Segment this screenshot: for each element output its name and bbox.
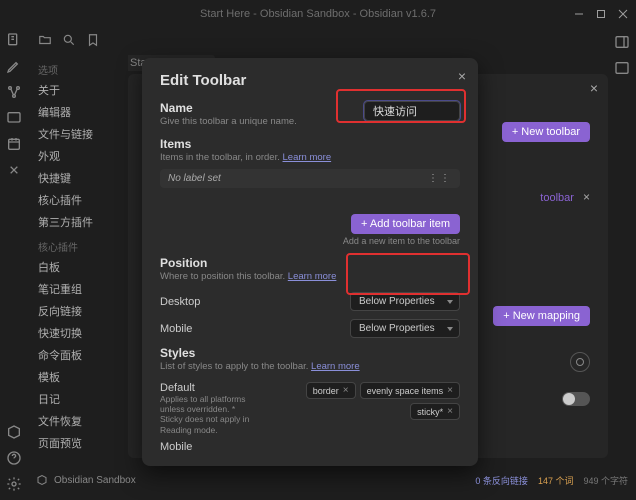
modal-close-icon[interactable]: × — [458, 68, 466, 84]
settings-item-quick-switcher[interactable]: 快速切换 — [28, 322, 128, 344]
styles-learn-more-link[interactable]: Learn more — [311, 361, 360, 372]
settings-item-canvas[interactable]: 白板 — [28, 256, 128, 278]
position-desc: Where to position this toolbar. — [160, 271, 288, 282]
settings-item-community-plugins[interactable]: 第三方插件 — [28, 211, 128, 233]
modal-title: Edit Toolbar — [160, 72, 460, 89]
daily-note-icon[interactable] — [6, 136, 22, 152]
toolbar-item-row[interactable]: No label set ⋮⋮ — [160, 169, 460, 188]
files-icon[interactable] — [6, 32, 22, 48]
folder-icon[interactable] — [38, 33, 52, 47]
toolbar-list-item[interactable]: toolbar × — [540, 190, 590, 204]
name-label: Name — [160, 101, 297, 115]
minimize-icon[interactable] — [574, 9, 584, 19]
chip-remove-icon[interactable]: × — [447, 385, 453, 396]
items-learn-more-link[interactable]: Learn more — [283, 152, 332, 163]
settings-heading-core: 核心插件 — [28, 233, 128, 256]
vault-switcher-icon[interactable] — [36, 474, 48, 486]
name-input[interactable] — [364, 101, 460, 121]
file-explorer-header — [28, 28, 636, 52]
char-count[interactable]: 949 个字符 — [583, 474, 628, 487]
style-chip-border[interactable]: border× — [306, 382, 356, 399]
maximize-icon[interactable] — [596, 9, 606, 19]
search-icon[interactable] — [62, 33, 76, 47]
expand-icon[interactable] — [614, 60, 630, 76]
settings-sidebar: 选项 关于 编辑器 文件与链接 外观 快捷键 核心插件 第三方插件 核心插件 白… — [28, 52, 128, 458]
chip-remove-icon[interactable]: × — [447, 406, 453, 417]
bookmark-icon[interactable] — [86, 33, 100, 47]
items-label: Items — [160, 137, 460, 151]
canvas-icon[interactable] — [6, 110, 22, 126]
close-icon[interactable] — [618, 9, 628, 19]
add-toolbar-item-button[interactable]: + Add toolbar item — [351, 214, 460, 234]
position-desktop-dropdown[interactable]: Below Properties — [350, 292, 460, 311]
graph-icon[interactable] — [6, 84, 22, 100]
window-title: Start Here - Obsidian Sandbox - Obsidian… — [200, 8, 436, 20]
word-count[interactable]: 147 个词 — [538, 474, 574, 487]
settings-item-file-recovery[interactable]: 文件恢复 — [28, 410, 128, 432]
sidebar-toggle-icon[interactable] — [614, 34, 630, 50]
vault-icon[interactable] — [6, 424, 22, 440]
toggle-switch[interactable] — [562, 392, 590, 406]
settings-item-appearance[interactable]: 外观 — [28, 145, 128, 167]
command-icon[interactable] — [6, 162, 22, 178]
items-desc: Items in the toolbar, in order. — [160, 152, 283, 163]
vault-name[interactable]: Obsidian Sandbox — [54, 475, 136, 486]
styles-default-desc: Applies to all platforms unless overridd… — [160, 394, 260, 435]
settings-item-core-plugins[interactable]: 核心插件 — [28, 189, 128, 211]
left-ribbon — [0, 28, 28, 500]
right-ribbon — [608, 28, 636, 76]
drag-handle-icon[interactable]: ⋮⋮ — [428, 173, 452, 184]
settings-item-page-preview[interactable]: 页面预览 — [28, 432, 128, 454]
circle-icon — [575, 357, 585, 367]
titlebar: Start Here - Obsidian Sandbox - Obsidian… — [0, 0, 636, 28]
settings-item-templates[interactable]: 模板 — [28, 366, 128, 388]
styles-default-label: Default — [160, 382, 260, 394]
edit-toolbar-modal: × Edit Toolbar Name Give this toolbar a … — [142, 58, 478, 466]
chip-remove-icon[interactable]: × — [343, 385, 349, 396]
settings-item-backlinks[interactable]: 反向链接 — [28, 300, 128, 322]
styles-label: Styles — [160, 346, 460, 360]
add-item-hint: Add a new item to the toolbar — [160, 236, 460, 246]
styles-desc: List of styles to apply to the toolbar. — [160, 361, 311, 372]
circle-action-button[interactable] — [570, 352, 590, 372]
style-chip-sticky[interactable]: sticky*× — [410, 403, 460, 420]
new-mapping-button[interactable]: + New mapping — [493, 306, 590, 326]
toolbar-delete-icon[interactable]: × — [583, 190, 590, 204]
settings-item-about[interactable]: 关于 — [28, 79, 128, 101]
styles-mobile-label: Mobile — [160, 441, 260, 453]
position-mobile-label: Mobile — [160, 323, 192, 335]
name-desc: Give this toolbar a unique name. — [160, 116, 297, 127]
position-mobile-dropdown[interactable]: Below Properties — [350, 319, 460, 338]
style-chip-evenly-space[interactable]: evenly space items× — [360, 382, 460, 399]
settings-item-editor[interactable]: 编辑器 — [28, 101, 128, 123]
pen-icon[interactable] — [6, 58, 22, 74]
toolbar-list-label: toolbar — [540, 192, 574, 204]
settings-icon[interactable] — [6, 476, 22, 492]
backlinks-count[interactable]: 0 条反向链接 — [475, 474, 528, 487]
position-learn-more-link[interactable]: Learn more — [288, 271, 337, 282]
position-label: Position — [160, 256, 460, 270]
settings-heading-community: 第三方插件 — [28, 454, 128, 458]
help-icon[interactable] — [6, 450, 22, 466]
new-toolbar-button[interactable]: + New toolbar — [502, 122, 590, 142]
no-label-text: No label set — [168, 173, 221, 184]
position-desktop-label: Desktop — [160, 296, 200, 308]
settings-item-hotkeys[interactable]: 快捷键 — [28, 167, 128, 189]
settings-item-daily-notes[interactable]: 日记 — [28, 388, 128, 410]
settings-item-command-palette[interactable]: 命令面板 — [28, 344, 128, 366]
settings-item-files-links[interactable]: 文件与链接 — [28, 123, 128, 145]
settings-item-note-composer[interactable]: 笔记重组 — [28, 278, 128, 300]
status-bar: Obsidian Sandbox 0 条反向链接 147 个词 949 个字符 — [28, 460, 636, 500]
settings-heading-options: 选项 — [28, 56, 128, 79]
